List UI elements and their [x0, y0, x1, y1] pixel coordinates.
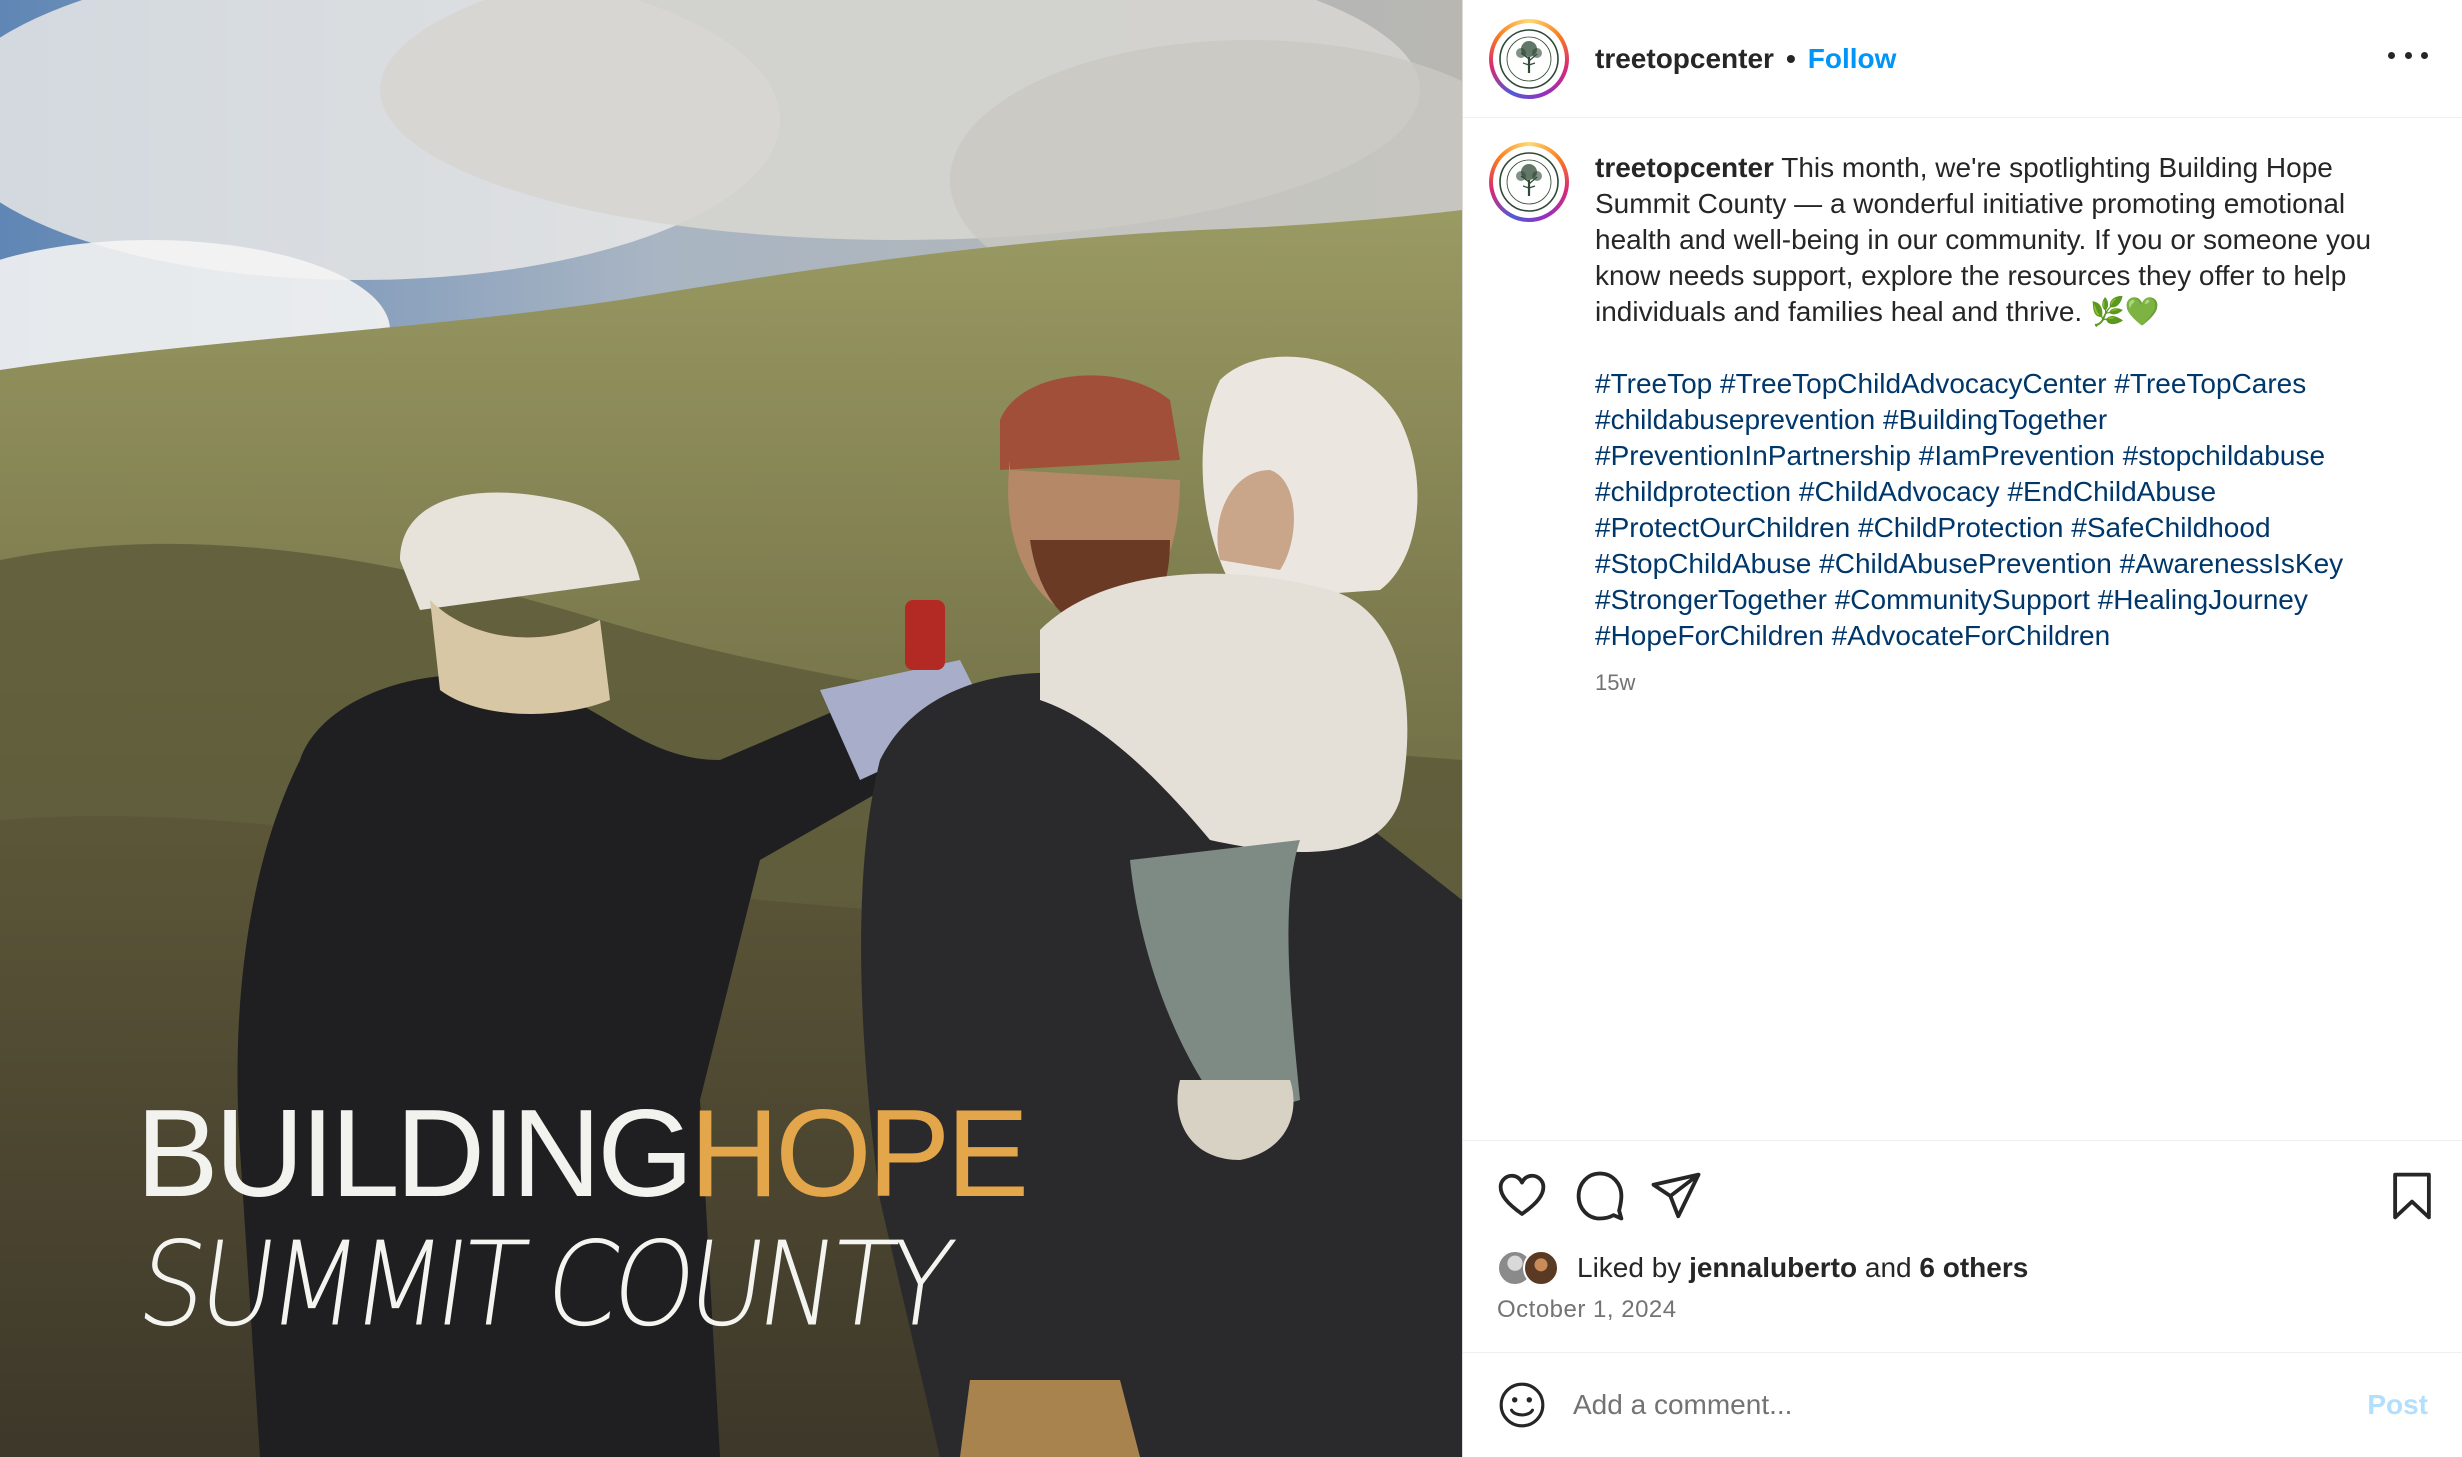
hashtag-line: #StopChildAbuse #ChildAbusePrevention #A…: [1595, 546, 2395, 582]
caption-username[interactable]: treetopcenter: [1595, 152, 1774, 183]
hashtag-link[interactable]: #SafeChildhood: [2071, 512, 2270, 543]
caption-avatar[interactable]: [1489, 142, 1569, 222]
likes-others-link[interactable]: 6 others: [1919, 1252, 2028, 1283]
hashtag-link[interactable]: #ChildProtection: [1858, 512, 2063, 543]
likes-conjunction: and: [1864, 1252, 1912, 1283]
hashtag-link[interactable]: #AdvocateForChildren: [1832, 620, 2111, 651]
like-button[interactable]: [1495, 1169, 1549, 1223]
hashtag-link[interactable]: #ChildAdvocacy: [1799, 476, 2000, 507]
post-header: treetopcenter • Follow: [1463, 0, 2462, 118]
hashtag-link[interactable]: #TreeTop: [1595, 368, 1712, 399]
hashtag-list: #TreeTop #TreeTopChildAdvocacyCenter #Tr…: [1595, 366, 2395, 654]
hashtag-link[interactable]: #childprotection: [1595, 476, 1791, 507]
hashtag-link[interactable]: #IamPrevention: [1919, 440, 2115, 471]
hashtag-line: #ProtectOurChildren #ChildProtection #Sa…: [1595, 510, 2395, 546]
likes-summary: Liked by jennaluberto and 6 others: [1497, 1248, 2028, 1288]
hashtag-line: #HopeForChildren #AdvocateForChildren: [1595, 618, 2395, 654]
hashtag-link[interactable]: #TreeTopChildAdvocacyCenter: [1720, 368, 2107, 399]
overlay-title-hope: HOPE: [689, 1085, 1029, 1223]
hashtag-link[interactable]: #ProtectOurChildren: [1595, 512, 1850, 543]
overlay-subtitle: SUMMIT COUNTY: [130, 1215, 956, 1353]
action-bar: [1463, 1140, 2462, 1250]
header-separator: •: [1785, 42, 1796, 74]
hashtag-link[interactable]: #CommunitySupport: [1835, 584, 2090, 615]
header-avatar[interactable]: [1489, 18, 1569, 99]
follow-button[interactable]: Follow: [1808, 43, 1897, 75]
hashtag-line: #StrongerTogether #CommunitySupport #Hea…: [1595, 582, 2395, 618]
hashtag-line: #TreeTop #TreeTopChildAdvocacyCenter #Tr…: [1595, 366, 2395, 402]
hashtag-link[interactable]: #StrongerTogether: [1595, 584, 1827, 615]
hashtag-link[interactable]: #stopchildabuse: [2123, 440, 2325, 471]
comment-icon: [1576, 1171, 1624, 1221]
post-comment-button[interactable]: Post: [2367, 1389, 2428, 1421]
post-panel: treetopcenter • Follow treetopcenter Thi…: [1462, 0, 2462, 1457]
caption-text: treetopcenter This month, we're spotligh…: [1595, 150, 2395, 330]
post-date[interactable]: October 1, 2024: [1497, 1296, 1677, 1324]
hashtag-link[interactable]: #StopChildAbuse: [1595, 548, 1811, 579]
hashtag-line: #PreventionInPartnership #IamPrevention …: [1595, 438, 2395, 474]
hashtag-link[interactable]: #AwarenessIsKey: [2120, 548, 2344, 579]
caption-section: treetopcenter This month, we're spotligh…: [1489, 142, 2432, 696]
hashtag-link[interactable]: #EndChildAbuse: [2007, 476, 2216, 507]
emoji-icon: [1499, 1382, 1545, 1428]
overlay-title: BUILDINGHOPE: [136, 1092, 1029, 1216]
bookmark-icon: [2393, 1172, 2431, 1220]
comment-bar: Post: [1463, 1352, 2462, 1457]
hashtag-link[interactable]: #BuildingTogether: [1883, 404, 2107, 435]
treetop-logo-icon: [1499, 152, 1559, 212]
comment-button[interactable]: [1573, 1169, 1627, 1223]
share-button[interactable]: [1649, 1169, 1703, 1223]
avatar: [1523, 1250, 1559, 1286]
heart-icon: [1498, 1173, 1546, 1216]
hashtag-link[interactable]: #ChildAbusePrevention: [1819, 548, 2112, 579]
comment-input[interactable]: [1573, 1389, 2333, 1421]
liker-avatars[interactable]: [1497, 1248, 1567, 1288]
share-icon: [1651, 1172, 1701, 1219]
liker-username[interactable]: jennaluberto: [1689, 1252, 1857, 1283]
hashtag-link[interactable]: #childabuseprevention: [1595, 404, 1875, 435]
post-photo[interactable]: BUILDINGHOPE SUMMIT COUNTY: [0, 0, 1462, 1457]
overlay-title-building: BUILDING: [136, 1085, 694, 1223]
header-username[interactable]: treetopcenter: [1595, 43, 1774, 75]
caption-body: treetopcenter This month, we're spotligh…: [1595, 142, 2432, 696]
hashtag-link[interactable]: #HealingJourney: [2098, 584, 2308, 615]
more-options-icon[interactable]: [2388, 40, 2428, 70]
caption-time-ago[interactable]: 15w: [1595, 670, 2432, 696]
likes-text: Liked by jennaluberto and 6 others: [1577, 1252, 2028, 1284]
emoji-button[interactable]: [1497, 1380, 1547, 1430]
hashtag-link[interactable]: #TreeTopCares: [2114, 368, 2306, 399]
hashtag-line: #childabuseprevention #BuildingTogether: [1595, 402, 2395, 438]
hashtag-link[interactable]: #PreventionInPartnership: [1595, 440, 1911, 471]
treetop-logo-icon: [1499, 28, 1559, 89]
hashtag-link[interactable]: #HopeForChildren: [1595, 620, 1824, 651]
likes-prefix: Liked by: [1577, 1252, 1682, 1283]
save-button[interactable]: [2385, 1169, 2439, 1223]
hashtag-line: #childprotection #ChildAdvocacy #EndChil…: [1595, 474, 2395, 510]
